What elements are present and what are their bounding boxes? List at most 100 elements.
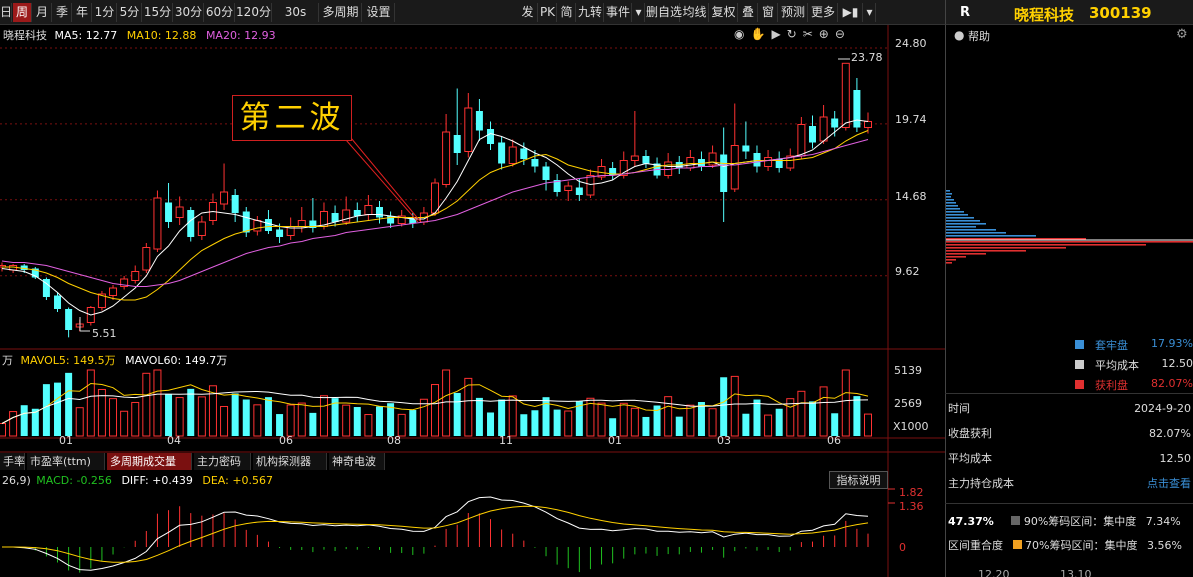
diff-value: DIFF: +0.439 — [121, 474, 193, 487]
tool-13-button[interactable]: ▶▮ — [839, 3, 863, 22]
period-13-button[interactable]: 设置 — [363, 3, 395, 22]
volume-bar — [220, 405, 229, 437]
volume-bar — [464, 377, 473, 437]
volume-bar — [831, 413, 839, 436]
period-1-button[interactable]: 周 — [13, 3, 32, 22]
period-2-button[interactable]: 月 — [33, 3, 52, 22]
legend-label: 套牢盘 — [1095, 339, 1128, 352]
tool-9-button[interactable]: 叠 — [739, 3, 758, 22]
candle-body — [630, 155, 639, 161]
indicator-explain-button[interactable]: 指标说明 — [829, 471, 888, 489]
legend-value: 82.07% — [1151, 377, 1193, 390]
time-axis-label: 08 — [387, 434, 401, 447]
period-0-button[interactable]: 日 — [0, 3, 12, 22]
chip-distribution — [946, 190, 1193, 264]
macd-axis-3: 0 — [899, 541, 906, 554]
volume-bar — [42, 384, 50, 436]
volume-bar — [75, 407, 84, 437]
tool-2-button[interactable]: 简 — [558, 3, 576, 22]
volume-bar — [419, 398, 428, 437]
tool-3-button[interactable]: 九转 — [577, 3, 604, 22]
macd-params: 26,9) — [2, 474, 31, 487]
volume-bar — [97, 388, 106, 437]
chip-bar — [946, 232, 1006, 234]
legend-value: 12.50 — [1161, 357, 1193, 370]
help-link[interactable]: 帮助 — [968, 28, 990, 44]
chip-legend-item: 套牢盘 17.93% — [1075, 337, 1193, 353]
tool-0-button[interactable]: 发 — [518, 3, 538, 22]
indicator-tab-0[interactable]: 手率 — [0, 453, 25, 470]
period-5-button[interactable]: 1分 — [93, 3, 117, 22]
indicator-tab-4[interactable]: 机构探测器 — [253, 453, 327, 470]
tool-5-button[interactable]: ▾ — [633, 3, 645, 22]
candle-body — [353, 210, 361, 216]
time-axis-label: 11 — [499, 434, 513, 447]
macd-axis-1: 1.82 — [899, 486, 924, 499]
indicator-tab-3[interactable]: 主力密码 — [194, 453, 251, 470]
tool-7-button[interactable]: 均线 — [681, 3, 709, 22]
period-12-button[interactable]: 多周期 — [320, 3, 362, 22]
tool-12-button[interactable]: 更多 — [809, 3, 838, 22]
volume-bar — [686, 404, 695, 437]
volume-bar — [664, 396, 673, 437]
period-3-button[interactable]: 季 — [53, 3, 72, 22]
volume-bar — [231, 393, 239, 436]
period-10-button[interactable]: 120分 — [236, 3, 272, 22]
candle-body — [508, 146, 517, 164]
volume-bar — [742, 413, 750, 436]
tool-8-button[interactable]: 复权 — [710, 3, 738, 22]
legend-swatch — [1012, 540, 1022, 549]
period-4-button[interactable]: 年 — [73, 3, 92, 22]
candle-body — [453, 135, 461, 153]
candle-body — [498, 142, 506, 164]
period-7-button[interactable]: 15分 — [143, 3, 173, 22]
time-axis-label: 01 — [608, 434, 622, 447]
candle-body — [253, 220, 262, 232]
period-11-button[interactable]: 30s — [273, 3, 319, 22]
period-6-button[interactable]: 5分 — [118, 3, 142, 22]
tool-1-button[interactable]: PK — [539, 3, 557, 22]
stock-badge: R — [960, 5, 971, 20]
candle-body — [187, 210, 195, 237]
candle-body — [753, 153, 761, 167]
range70-label: 70%筹码区间：集中度 — [1025, 539, 1138, 552]
indicator-tab-2[interactable]: 多周期成交量 — [107, 453, 192, 470]
divider — [945, 503, 1193, 504]
help-icon[interactable]: ● — [954, 28, 964, 42]
gear-icon[interactable]: ⚙ — [1176, 27, 1188, 42]
stat-value: 2024-9-20 — [1134, 402, 1191, 415]
stat-value[interactable]: 点击查看 — [1147, 475, 1191, 493]
mavol60-value: MAVOL60: 149.7万 — [125, 354, 228, 367]
candle-body — [175, 206, 184, 218]
macd-legend: 26,9) MACD: -0.256 DIFF: +0.439 DEA: +0.… — [2, 474, 273, 487]
period-9-button[interactable]: 60分 — [205, 3, 235, 22]
candle-body — [520, 148, 528, 159]
chip-bar — [946, 229, 996, 231]
tool-10-button[interactable]: 窗 — [759, 3, 778, 22]
volume-axis-mid: 2569 — [894, 397, 922, 410]
chip-stat-row: 收盘获利 82.07% — [948, 425, 1193, 443]
dea-value: DEA: +0.567 — [202, 474, 274, 487]
indicator-tab-1[interactable]: 市盈率(ttm) — [27, 453, 105, 470]
stock-app: 日周月季年 1分 5分 15分 30分 60分 120分 30s 多周期 设置发 PK 简九转 事件 ▾ 删… — [0, 0, 1193, 577]
period-8-button[interactable]: 30分 — [174, 3, 204, 22]
tool-14-button[interactable]: ▾ — [864, 3, 876, 22]
volume-bar — [142, 372, 151, 437]
chip-bar — [946, 199, 954, 201]
chip-stat-row: 主力持仓成本 点击查看 — [948, 475, 1193, 493]
price-axis-label: 19.74 — [895, 113, 927, 126]
chip-bar — [946, 253, 986, 255]
tool-6-button[interactable]: 删自选 — [646, 3, 682, 22]
kline-chart[interactable] — [0, 25, 945, 577]
tool-4-button[interactable]: 事件 — [605, 3, 632, 22]
tool-11-button[interactable]: 预测 — [779, 3, 808, 22]
chip-bar — [946, 208, 960, 210]
range90-value: 7.34% — [1145, 515, 1181, 528]
indicator-tab-5[interactable]: 神奇电波 — [329, 453, 385, 470]
volume-bar — [453, 392, 461, 436]
high-price-mark: 23.78 — [851, 51, 883, 64]
annotation-box: 第二波 — [232, 95, 352, 141]
legend-label: 平均成本 — [1095, 359, 1139, 372]
candle-body — [242, 211, 250, 233]
candle-body — [819, 116, 828, 142]
